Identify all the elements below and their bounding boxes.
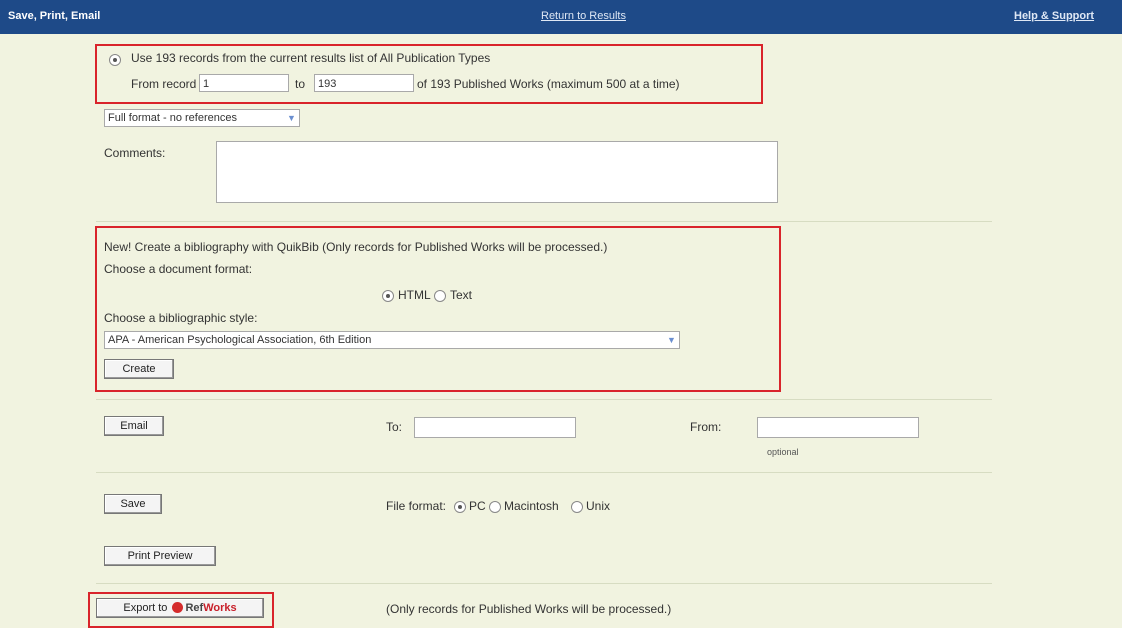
comments-label: Comments: — [104, 146, 166, 160]
records-of-text: of 193 Published Works (maximum 500 at a… — [417, 77, 680, 91]
macintosh-label: Macintosh — [504, 499, 559, 513]
use-records-radio[interactable] — [109, 52, 121, 66]
help-support-link[interactable]: Help & Support — [1014, 10, 1094, 22]
pc-radio[interactable] — [454, 499, 466, 513]
top-bar: Save, Print, Email Return to Results Hel… — [0, 0, 1122, 34]
use-records-text: Use 193 records from the current results… — [131, 51, 491, 65]
document-format-label: Choose a document format: — [104, 262, 253, 276]
output-format-value: Full format - no references — [108, 112, 237, 124]
divider — [96, 472, 992, 473]
page-title: Save, Print, Email — [8, 10, 101, 22]
export-refworks-button[interactable]: Export to RefWorks — [96, 598, 264, 618]
macintosh-radio[interactable] — [489, 499, 501, 513]
text-label: Text — [450, 288, 473, 302]
print-preview-button[interactable]: Print Preview — [104, 546, 216, 566]
refworks-logo-icon — [172, 601, 184, 613]
email-button[interactable]: Email — [104, 416, 164, 436]
output-format-select[interactable]: Full format - no references ▼ — [104, 109, 300, 127]
text-radio[interactable] — [434, 288, 446, 302]
unix-radio[interactable] — [571, 499, 583, 513]
bibliographic-style-value: APA - American Psychological Association… — [108, 334, 372, 346]
export-note: (Only records for Published Works will b… — [386, 602, 672, 616]
refworks-brand-ref: Ref — [185, 602, 204, 614]
bibliographic-style-label: Choose a bibliographic style: — [104, 311, 258, 325]
comments-textarea[interactable] — [216, 141, 778, 203]
email-to-input[interactable] — [414, 417, 576, 438]
html-label: HTML — [398, 288, 431, 302]
email-from-optional: optional — [767, 447, 799, 457]
bibliographic-style-select[interactable]: APA - American Psychological Association… — [104, 331, 680, 349]
save-button[interactable]: Save — [104, 494, 162, 514]
to-record-input[interactable]: 193 — [314, 74, 414, 92]
html-radio[interactable] — [382, 288, 394, 302]
pc-label: PC — [469, 499, 486, 513]
from-record-input[interactable]: 1 — [199, 74, 289, 92]
export-prefix: Export to — [123, 602, 168, 614]
divider — [96, 221, 992, 222]
create-button[interactable]: Create — [104, 359, 174, 379]
to-record-label: to — [295, 77, 306, 91]
email-from-label: From: — [690, 420, 722, 434]
email-to-label: To: — [386, 420, 403, 434]
quikbib-intro: New! Create a bibliography with QuikBib … — [104, 240, 608, 254]
file-format-label: File format: — [386, 499, 447, 513]
return-to-results-link[interactable]: Return to Results — [541, 10, 626, 22]
refworks-brand-works: Works — [203, 602, 237, 614]
unix-label: Unix — [586, 499, 611, 513]
chevron-down-icon: ▼ — [667, 335, 676, 345]
divider — [96, 399, 992, 400]
email-from-input[interactable] — [757, 417, 919, 438]
divider — [96, 583, 992, 584]
chevron-down-icon: ▼ — [287, 113, 296, 123]
from-record-label: From record — [131, 77, 197, 91]
